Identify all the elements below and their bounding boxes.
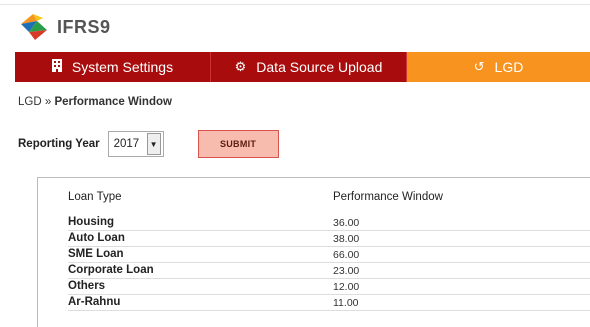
loan-type-cell: Corporate Loan [68, 264, 154, 276]
performance-window-cell: 12.00 [333, 281, 360, 293]
loan-type-cell: Others [68, 280, 106, 292]
gears-icon: ⚙ [234, 59, 247, 74]
table-row: Corporate Loan 23.00 [68, 263, 590, 279]
ifrs9-logo-icon [19, 12, 49, 42]
tab-lgd[interactable]: ↺ LGD [407, 52, 590, 82]
loan-type-cell: SME Loan [68, 248, 124, 260]
loan-type-cell: Auto Loan [68, 232, 125, 244]
reporting-form: Reporting Year 2017 ▼ SUBMIT [18, 130, 279, 158]
reporting-year-label: Reporting Year [18, 138, 100, 150]
performance-window-cell: 11.00 [333, 297, 359, 309]
column-header-loan-type: Loan Type [68, 191, 122, 203]
submit-button[interactable]: SUBMIT [197, 130, 279, 158]
loan-type-cell: Housing [68, 216, 114, 228]
results-panel: Loan Type Performance Window Housing 36.… [37, 177, 590, 327]
column-header-performance-window: Performance Window [333, 191, 443, 203]
table-body: Housing 36.00 Auto Loan 38.00 SME Loan 6… [68, 215, 590, 311]
app-title: IFRS9 [57, 16, 111, 37]
table-row: Ar-Rahnu 11.00 [68, 295, 590, 311]
table-row: Others 12.00 [68, 279, 590, 295]
history-icon: ↺ [473, 59, 485, 74]
top-divider [0, 4, 590, 5]
tab-label: LGD [494, 59, 524, 75]
breadcrumb-current: Performance Window [54, 96, 172, 108]
tab-system-settings[interactable]: System Settings [15, 52, 211, 82]
table-row: SME Loan 66.00 [68, 247, 590, 263]
building-icon [51, 59, 62, 75]
breadcrumb: LGD » Performance Window [18, 96, 172, 108]
reporting-year-value: 2017 [113, 138, 140, 150]
tab-label: Data Source Upload [256, 59, 383, 75]
performance-window-cell: 36.00 [333, 217, 360, 229]
app-brand[interactable]: IFRS9 [19, 9, 111, 45]
breadcrumb-separator: » [44, 96, 52, 108]
dropdown-arrow-icon[interactable]: ▼ [146, 133, 161, 155]
table-row: Auto Loan 38.00 [68, 231, 590, 247]
performance-window-cell: 38.00 [333, 233, 360, 245]
performance-window-cell: 66.00 [333, 249, 360, 261]
reporting-year-select[interactable]: 2017 ▼ [107, 131, 164, 157]
loan-type-cell: Ar-Rahnu [68, 296, 121, 308]
main-nav: System Settings ⚙ Data Source Upload ↺ L… [15, 52, 590, 82]
breadcrumb-root[interactable]: LGD [18, 96, 42, 108]
performance-window-cell: 23.00 [333, 265, 360, 277]
tab-data-source-upload[interactable]: ⚙ Data Source Upload [211, 52, 407, 82]
tab-label: System Settings [71, 59, 174, 75]
table-row: Housing 36.00 [68, 215, 590, 231]
